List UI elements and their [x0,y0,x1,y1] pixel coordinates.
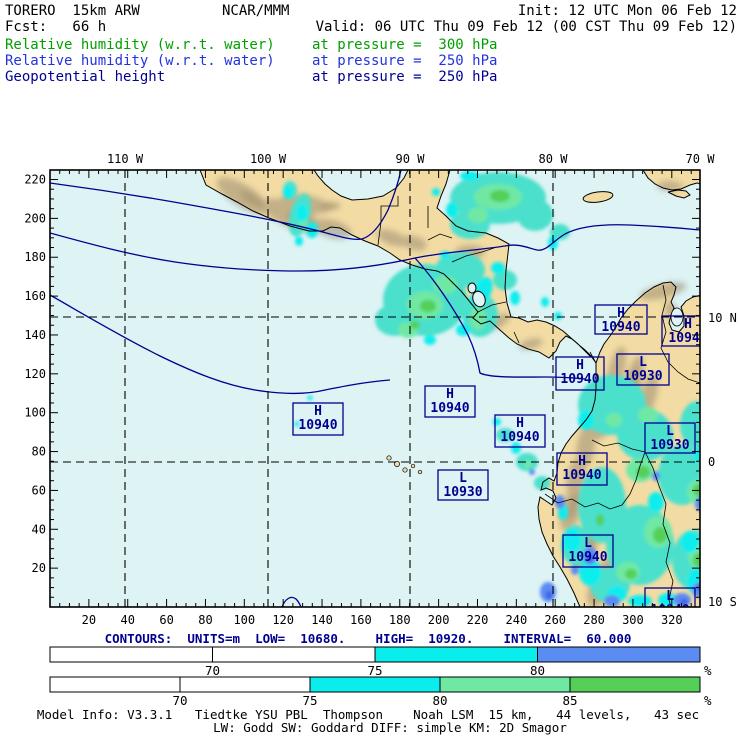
extrema-value: 10930 [443,485,482,500]
colorbar-segment [375,647,538,662]
colorbar-segment [538,647,701,662]
x-axis-tick-label: 100 [233,613,255,627]
colorbar-segment [570,677,700,692]
latitude-label: 10 S [708,595,737,609]
extrema-letter: L [639,355,647,370]
colorbar-unit-label: % [704,693,712,708]
colorbar-unit-label: % [704,663,712,678]
field-level-hgt250: at pressure = 250 hPa [312,69,497,85]
extrema-value: 10940 [560,372,599,387]
x-axis-tick-label: 140 [311,613,333,627]
field-legend: Relative humidity (w.r.t. water) at pres… [5,37,497,85]
longitude-label: 80 W [539,152,569,166]
x-axis-tick-label: 180 [389,613,411,627]
extrema-letter: H [516,416,524,431]
forecast-hour: Fcst: 66 h [5,19,106,35]
extrema-value: 10940 [430,401,469,416]
extrema-letter: L [584,536,592,551]
x-axis-tick-label: 280 [583,613,605,627]
extrema-letter: L [666,424,674,439]
weather-chart: TORERO 15km ARW NCAR/MMM Init: 12 UTC Mo… [0,0,740,740]
longitude-label: 110 W [107,152,144,166]
extrema-value: 10940 [668,331,707,346]
extrema-letter: H [617,306,625,321]
colorbar-segment [180,677,310,692]
x-axis-tick-label: 300 [622,613,644,627]
y-axis-tick-label: 220 [24,173,46,187]
extrema-value: 10940 [298,418,337,433]
extrema-letter: H [446,387,454,402]
extrema-value: 10940 [562,468,601,483]
field-level-rh250: at pressure = 250 hPa [312,53,497,69]
colorbar-tick-label: 75 [367,663,382,678]
x-axis-tick-label: 160 [350,613,372,627]
extrema-value: 10930 [650,438,689,453]
longitude-label: 100 W [250,152,287,166]
x-axis-tick-label: 320 [661,613,683,627]
colorbar-tick-label: 80 [432,693,447,708]
y-axis-tick-label: 200 [24,211,46,225]
extrema-letter: L [459,471,467,486]
valid-time: Valid: 06 UTC Thu 09 Feb 12 (00 CST Thu … [316,19,737,35]
extrema-value: 10940 [601,320,640,335]
extrema-letter: H [684,317,692,332]
colorbar-rh300: 70 75 80 85% [50,677,712,708]
y-axis-tick-label: 40 [32,522,46,536]
colorbar-tick-label: 70 [172,693,187,708]
field-label-hgt250: Geopotential height [5,69,165,85]
map-panel: H10940H10940H10940L10930H10940H10940H109… [24,152,737,627]
x-axis-tick-label: 260 [544,613,566,627]
contour-info-line: CONTOURS: UNITS=m LOW= 10680. HIGH= 1092… [105,631,632,646]
extrema-value: 10940 [500,430,539,445]
colorbar-segment [50,647,213,662]
colorbar-tick-label: 75 [302,693,317,708]
y-axis-tick-label: 20 [32,561,46,575]
y-axis-tick-label: 80 [32,445,46,459]
model-title: TORERO 15km ARW [5,3,140,19]
y-axis-tick-label: 100 [24,406,46,420]
colorbar-segment [50,677,180,692]
init-time: Init: 12 UTC Mon 06 Feb 12 [518,3,737,19]
extrema-value: 10940 [568,550,607,565]
x-axis-tick-label: 80 [198,613,212,627]
extrema-letter: H [578,454,586,469]
colorbar-tick-label: 70 [205,663,220,678]
colorbar-rh250: 70 75 80% [50,647,712,678]
header: TORERO 15km ARW NCAR/MMM Init: 12 UTC Mo… [5,3,737,85]
field-level-rh300: at pressure = 300 hPa [312,37,497,53]
longitude-label: 70 W [686,152,716,166]
colorbar-tick-label: 80 [530,663,545,678]
center-name: NCAR/MMM [222,3,289,19]
y-axis-tick-label: 120 [24,367,46,381]
x-axis-tick-label: 40 [120,613,134,627]
x-axis-tick-label: 20 [82,613,96,627]
colorbar-segment [440,677,570,692]
y-axis-tick-label: 180 [24,250,46,264]
colorbar-segment [213,647,376,662]
colorbars: 70 75 80% 70 75 80 85% [50,647,712,708]
model-info-line2: LW: Godd SW: Goddard DIFF: simple KM: 2D… [213,720,567,735]
extrema-letter: L [666,589,674,604]
field-label-rh250: Relative humidity (w.r.t. water) [5,53,275,69]
y-axis-tick-label: 140 [24,328,46,342]
field-label-rh300: Relative humidity (w.r.t. water) [5,37,275,53]
extrema-letter: H [314,404,322,419]
colorbar-tick-label: 85 [562,693,577,708]
x-axis-tick-label: 60 [159,613,173,627]
x-axis-tick-label: 200 [428,613,450,627]
latitude-label: 0 [708,455,715,469]
x-axis-tick-label: 120 [272,613,294,627]
y-axis-tick-label: 60 [32,483,46,497]
longitude-label: 90 W [396,152,426,166]
extrema-letter: H [576,358,584,373]
x-axis-tick-label: 220 [467,613,489,627]
y-axis-tick-label: 160 [24,289,46,303]
colorbar-segment [310,677,440,692]
x-axis-tick-label: 240 [506,613,528,627]
extrema-value: 10930 [623,369,662,384]
latitude-label: 10 N [708,311,737,325]
